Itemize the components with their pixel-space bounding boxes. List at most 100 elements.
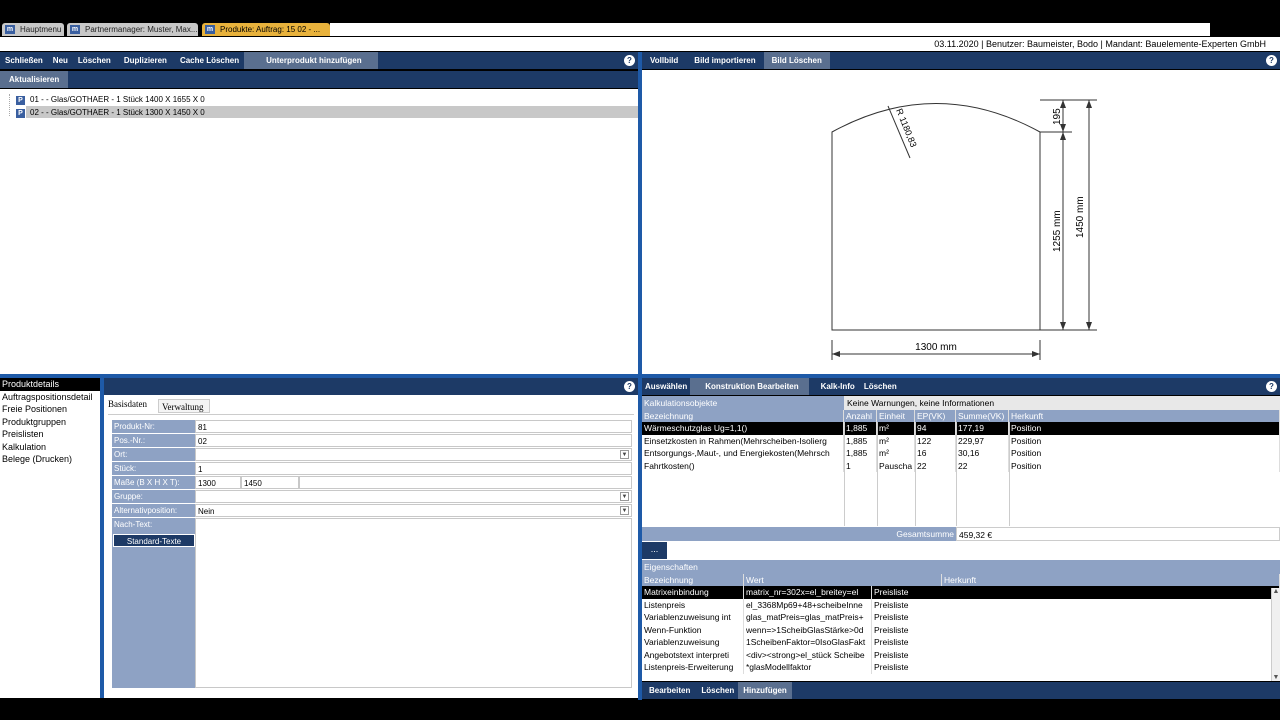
scroll-up-icon[interactable]: ▲	[1272, 588, 1280, 595]
ort-select[interactable]: ▼	[195, 448, 632, 461]
props-row[interactable]: Wenn-Funktion wenn=>1ScheibGlasStärke>0d P…	[642, 623, 1280, 636]
breite-input[interactable]: 1300	[195, 476, 241, 489]
calc-panel: Kalkulationsobjekte Keine Warnungen, kei…	[642, 396, 1280, 542]
height-total-label: 1450 mm	[1075, 196, 1086, 238]
field-stueck: Stück: 1	[112, 462, 632, 475]
calc-warning: Keine Warnungen, keine Informationen	[844, 396, 1280, 410]
fullscreen-button[interactable]: Vollbild	[642, 52, 686, 69]
tab-verwaltung[interactable]: Verwaltung	[158, 399, 210, 413]
shape-drawing: R 1180,83 1300 mm 1255 mm 1450 mm 195	[831, 99, 1097, 360]
tab-basisdaten[interactable]: Basisdaten	[108, 399, 147, 409]
pos-nr-input[interactable]: 02	[195, 434, 632, 447]
status-bar: 03.11.2020 | Benutzer: Baumeister, Bodo …	[0, 37, 1280, 51]
nav-preislisten[interactable]: Preislisten	[0, 428, 100, 441]
props-toolbar: Bearbeiten Löschen Hinzufügen	[642, 682, 1280, 699]
tab-partnermanager[interactable]: m Partnermanager: Muster, Max...	[67, 23, 198, 36]
nav-produktgruppen[interactable]: Produktgruppen	[0, 416, 100, 429]
total-value: 459,32 €	[956, 527, 1280, 541]
more-button[interactable]: ...	[642, 542, 667, 559]
product-badge-icon: P	[16, 96, 25, 105]
add-button[interactable]: Hinzufügen	[738, 682, 792, 699]
help-icon[interactable]: ?	[624, 55, 635, 66]
field-pos-nr: Pos.-Nr.: 02	[112, 434, 632, 447]
product-badge-icon: P	[16, 109, 25, 118]
calc-row[interactable]: Entsorgungs-,Maut-, und Energiekosten(Me…	[642, 447, 1280, 460]
tab-hauptmenu[interactable]: m Hauptmenu	[2, 23, 64, 36]
hoehe-input[interactable]: 1450	[241, 476, 299, 489]
nach-text-textarea[interactable]	[195, 518, 632, 688]
product-toolbar: Schließen Neu Löschen Duplizieren Cache …	[0, 52, 638, 69]
select-button[interactable]: Auswählen	[642, 378, 690, 395]
product-tree: P 01 - - Glas/GOTHAER - 1 Stück 1400 X 16…	[0, 89, 638, 374]
nav-auftragspositionsdetail[interactable]: Auftragspositionsdetail	[0, 391, 100, 404]
field-nach-text: Nach-Text: Standard-Texte	[112, 518, 632, 688]
field-produkt-nr: Produkt-Nr: 81	[112, 420, 632, 433]
drawing-panel: R 1180,83 1300 mm 1255 mm 1450 mm 195	[642, 70, 1280, 374]
close-button[interactable]: Schließen	[0, 52, 48, 69]
clear-cache-button[interactable]: Cache Löschen	[172, 52, 244, 69]
app-icon: m	[205, 25, 215, 34]
gruppe-select[interactable]: ▼	[195, 490, 632, 503]
calc-row[interactable]: Einsetzkosten in Rahmen(Mehrscheiben-Iso…	[642, 434, 1280, 447]
calc-toolbar: Auswählen Konstruktion Bearbeiten Kalk-I…	[642, 378, 1280, 395]
calc-header: Bezeichnung Anzahl Einheit EP(VK) Summe(…	[642, 410, 1280, 422]
tree-item-selected[interactable]: P 02 - - Glas/GOTHAER - 1 Stück 1300 X 14…	[16, 107, 205, 118]
props-row[interactable]: Listenpreis-Erweiterung *glasModellfaktor…	[642, 661, 1280, 674]
chevron-down-icon[interactable]: ▼	[620, 506, 629, 515]
stueck-input[interactable]: 1	[195, 462, 632, 475]
refresh-bar: Aktualisieren	[0, 71, 638, 88]
props-delete-button[interactable]: Löschen	[697, 682, 738, 699]
props-row[interactable]: Matrixeinbindung matrix_nr=302x=el_breite…	[642, 586, 1280, 599]
tiefe-input[interactable]	[299, 476, 632, 489]
glass-shape-outline	[831, 103, 1041, 331]
tab-underline	[108, 414, 634, 415]
app-icon: m	[5, 25, 15, 34]
tree-line	[9, 94, 10, 116]
edit-button[interactable]: Bearbeiten	[642, 682, 697, 699]
tree-item[interactable]: P 01 - - Glas/GOTHAER - 1 Stück 1400 X 16…	[16, 94, 205, 105]
duplicate-button[interactable]: Duplizieren	[116, 52, 172, 69]
alternativposition-select[interactable]: Nein ▼	[195, 504, 632, 517]
props-section-title: Eigenschaften	[642, 560, 1280, 574]
detail-toolbar: ?	[104, 378, 638, 395]
app-icon: m	[70, 25, 80, 34]
height-side-label: 1255 mm	[1052, 210, 1063, 252]
import-image-button[interactable]: Bild importieren	[686, 52, 763, 69]
standard-texte-button[interactable]: Standard-Texte	[113, 534, 195, 547]
produkt-nr-input[interactable]: 81	[195, 420, 632, 433]
help-icon[interactable]: ?	[1266, 381, 1277, 392]
edit-construction-button[interactable]: Konstruktion Bearbeiten	[690, 378, 809, 395]
nav-produktdetails[interactable]: Produktdetails	[0, 378, 100, 391]
props-row[interactable]: Listenpreis el_3368Mp69+48+scheibeInne Pre…	[642, 598, 1280, 611]
width-label: 1300 mm	[915, 342, 957, 353]
calc-info-button[interactable]: Kalk-Info	[809, 378, 861, 395]
field-alternativposition: Alternativposition: Nein ▼	[112, 504, 632, 517]
help-icon[interactable]: ?	[1266, 55, 1277, 66]
props-row[interactable]: Variablenzuweisung int glas_matPreis=glas…	[642, 611, 1280, 624]
props-row[interactable]: Angebotstext interpreti <div><strong>el_s…	[642, 648, 1280, 661]
props-scrollbar[interactable]: ▲ ▼	[1271, 588, 1280, 681]
arc-height-label: 195	[1052, 108, 1063, 125]
calc-row[interactable]: Wärmeschutzglas Ug=1,1() 1,885 m² 94 177,19 P…	[642, 422, 1280, 435]
properties-panel: Eigenschaften Bezeichnung Wert Herkunft …	[642, 560, 1280, 681]
tab-produkte[interactable]: m Produkte: Auftrag: 15 02 - ...	[202, 23, 330, 36]
delete-image-button[interactable]: Bild Löschen	[763, 52, 830, 69]
image-toolbar: Vollbild Bild importieren Bild Löschen ?	[642, 52, 1280, 69]
chevron-down-icon[interactable]: ▼	[620, 450, 629, 459]
delete-button[interactable]: Löschen	[73, 52, 116, 69]
nav-belege[interactable]: Belege (Drucken)	[0, 453, 100, 466]
field-ort: Ort: ▼	[112, 448, 632, 461]
scroll-down-icon[interactable]: ▼	[1272, 674, 1280, 681]
chevron-down-icon[interactable]: ▼	[620, 492, 629, 501]
total-label: Gesamtsumme	[642, 527, 956, 541]
help-icon[interactable]: ?	[624, 381, 635, 392]
new-button[interactable]: Neu	[48, 52, 73, 69]
nav-kalkulation[interactable]: Kalkulation	[0, 441, 100, 454]
field-masse: Maße (B X H X T): 1300 1450	[112, 476, 632, 489]
refresh-button[interactable]: Aktualisieren	[0, 71, 69, 88]
add-subproduct-button[interactable]: Unterprodukt hinzufügen	[244, 52, 378, 69]
props-row[interactable]: Variablenzuweisung 1ScheibenFaktor=0IsoGl…	[642, 636, 1280, 649]
nav-freie-positionen[interactable]: Freie Positionen	[0, 403, 100, 416]
calc-delete-button[interactable]: Löschen	[861, 378, 900, 395]
calc-row[interactable]: Fahrtkosten() 1 Pauscha 22 22 Position	[642, 459, 1280, 472]
